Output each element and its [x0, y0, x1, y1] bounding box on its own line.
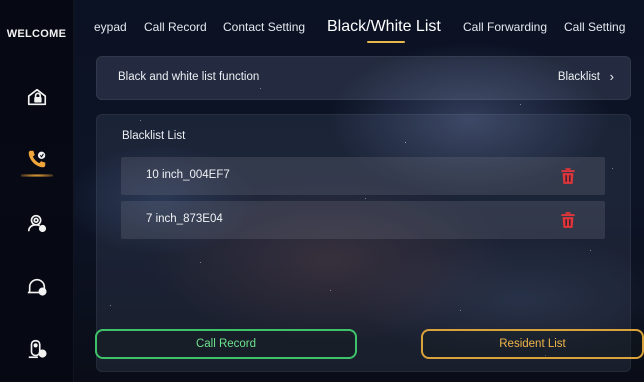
user-settings-icon[interactable]: [22, 208, 52, 238]
delete-icon[interactable]: [557, 165, 579, 187]
tab-call-record[interactable]: Call Record: [144, 20, 207, 34]
tab-contact-setting[interactable]: Contact Setting: [223, 20, 305, 34]
tab-black-white-list[interactable]: Black/White List: [327, 18, 441, 36]
resident-list-button[interactable]: Resident List: [421, 329, 644, 359]
function-value[interactable]: Blacklist: [558, 71, 600, 83]
active-indicator: [21, 174, 53, 177]
list-item: 7 inch_873E04: [121, 201, 605, 239]
tab-call-setting[interactable]: Call Setting: [564, 20, 625, 34]
tab-call-forwarding[interactable]: Call Forwarding: [463, 20, 547, 34]
function-label: Black and white list function: [118, 71, 260, 83]
call-record-button[interactable]: Call Record: [95, 329, 357, 359]
tab-keypad[interactable]: eypad: [94, 20, 127, 34]
list-item-name: 7 inch_873E04: [146, 213, 223, 225]
intercom-settings-icon[interactable]: [22, 334, 52, 364]
screen: WELCOME eypad Call Record Contact Settin…: [0, 0, 644, 382]
chevron-right-icon[interactable]: ›: [610, 69, 614, 84]
top-tab-bar: eypad Call Record Contact Setting Black/…: [73, 0, 644, 52]
list-title: Blacklist List: [122, 130, 186, 142]
list-item-name: 10 inch_004EF7: [146, 169, 230, 181]
sidebar: WELCOME: [0, 0, 74, 382]
cloud-doorbell-icon[interactable]: [22, 272, 52, 302]
active-tab-underline: [367, 41, 405, 43]
delete-icon[interactable]: [557, 209, 579, 231]
phone-call-icon[interactable]: [22, 144, 52, 174]
welcome-label: WELCOME: [6, 28, 67, 40]
list-item: 10 inch_004EF7: [121, 157, 605, 195]
home-lock-icon[interactable]: [22, 82, 52, 112]
blacklist-function-row[interactable]: Black and white list function Blacklist …: [96, 56, 631, 100]
